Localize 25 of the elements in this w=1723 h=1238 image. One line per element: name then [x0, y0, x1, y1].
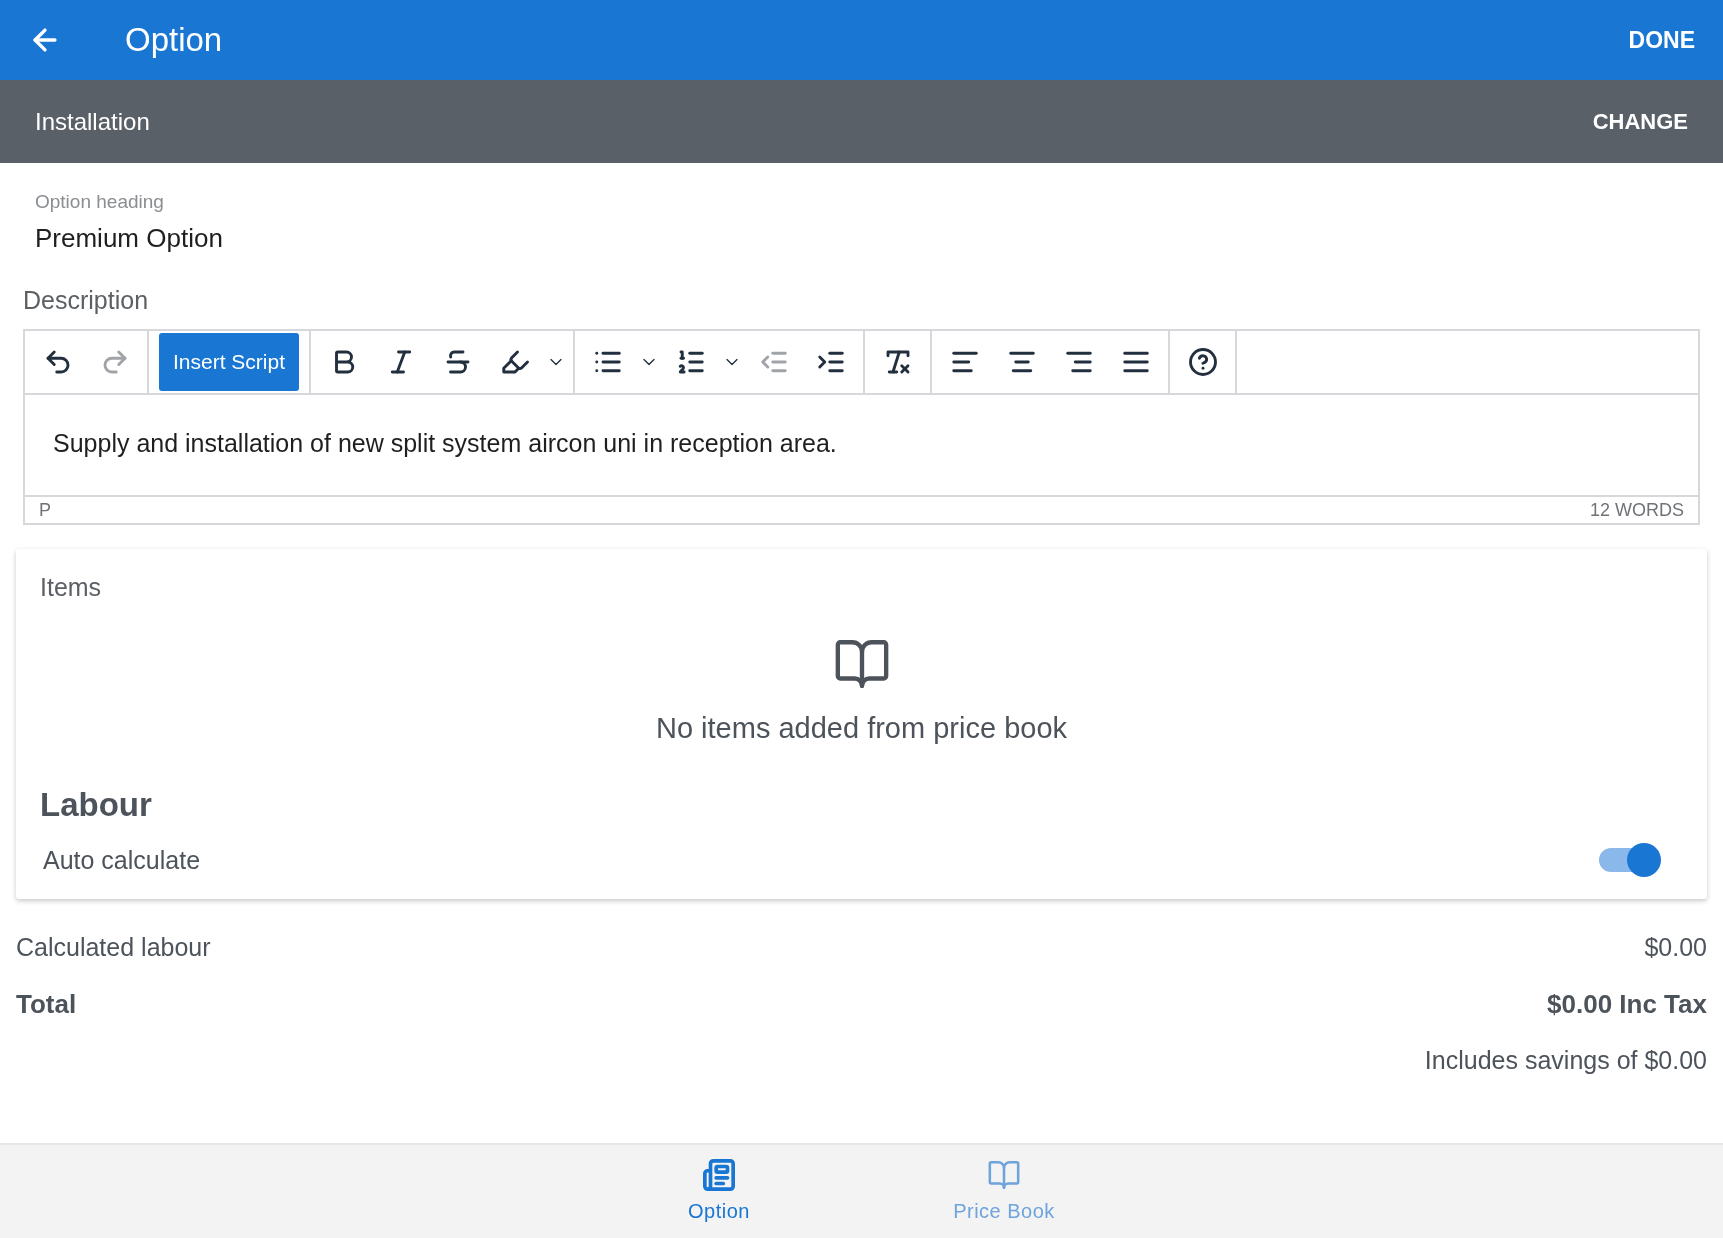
- labour-title: Labour: [40, 785, 153, 825]
- nav-tab[interactable]: Price Book: [931, 1145, 1077, 1238]
- document-icon: [702, 1157, 736, 1192]
- option-heading-label: Option heading: [35, 190, 165, 214]
- insert-script-button[interactable]: Insert Script: [159, 333, 300, 391]
- page-title: Option: [125, 20, 223, 61]
- total-value: $0.00 Inc Tax: [1547, 987, 1707, 1021]
- element-path: P: [39, 498, 51, 522]
- change-button[interactable]: CHANGE: [1592, 105, 1688, 138]
- option-heading-field[interactable]: Premium Option: [35, 218, 1688, 258]
- savings-text: Includes savings of $0.00: [1424, 1044, 1707, 1076]
- calculated-labour-value: $0.00: [1644, 932, 1707, 963]
- nav-tab[interactable]: Option: [646, 1145, 792, 1238]
- calculated-labour-label: Calculated labour: [16, 932, 211, 963]
- description-label: Description: [23, 284, 150, 316]
- word-count: 12 WORDS: [1589, 498, 1684, 522]
- items-title: Items: [40, 572, 103, 603]
- help-icon: [1187, 347, 1218, 377]
- total-label: Total: [16, 987, 77, 1021]
- editor-text[interactable]: Supply and installation of new split system aircon uni in reception area.: [25, 395, 1698, 495]
- section-title: Installation: [35, 106, 150, 137]
- auto-calculate-label: Auto calculate: [43, 844, 201, 876]
- empty-message: No items added from price book: [656, 710, 1067, 746]
- auto-calculate-toggle[interactable]: [1597, 842, 1661, 879]
- done-button[interactable]: DONE: [1628, 22, 1695, 58]
